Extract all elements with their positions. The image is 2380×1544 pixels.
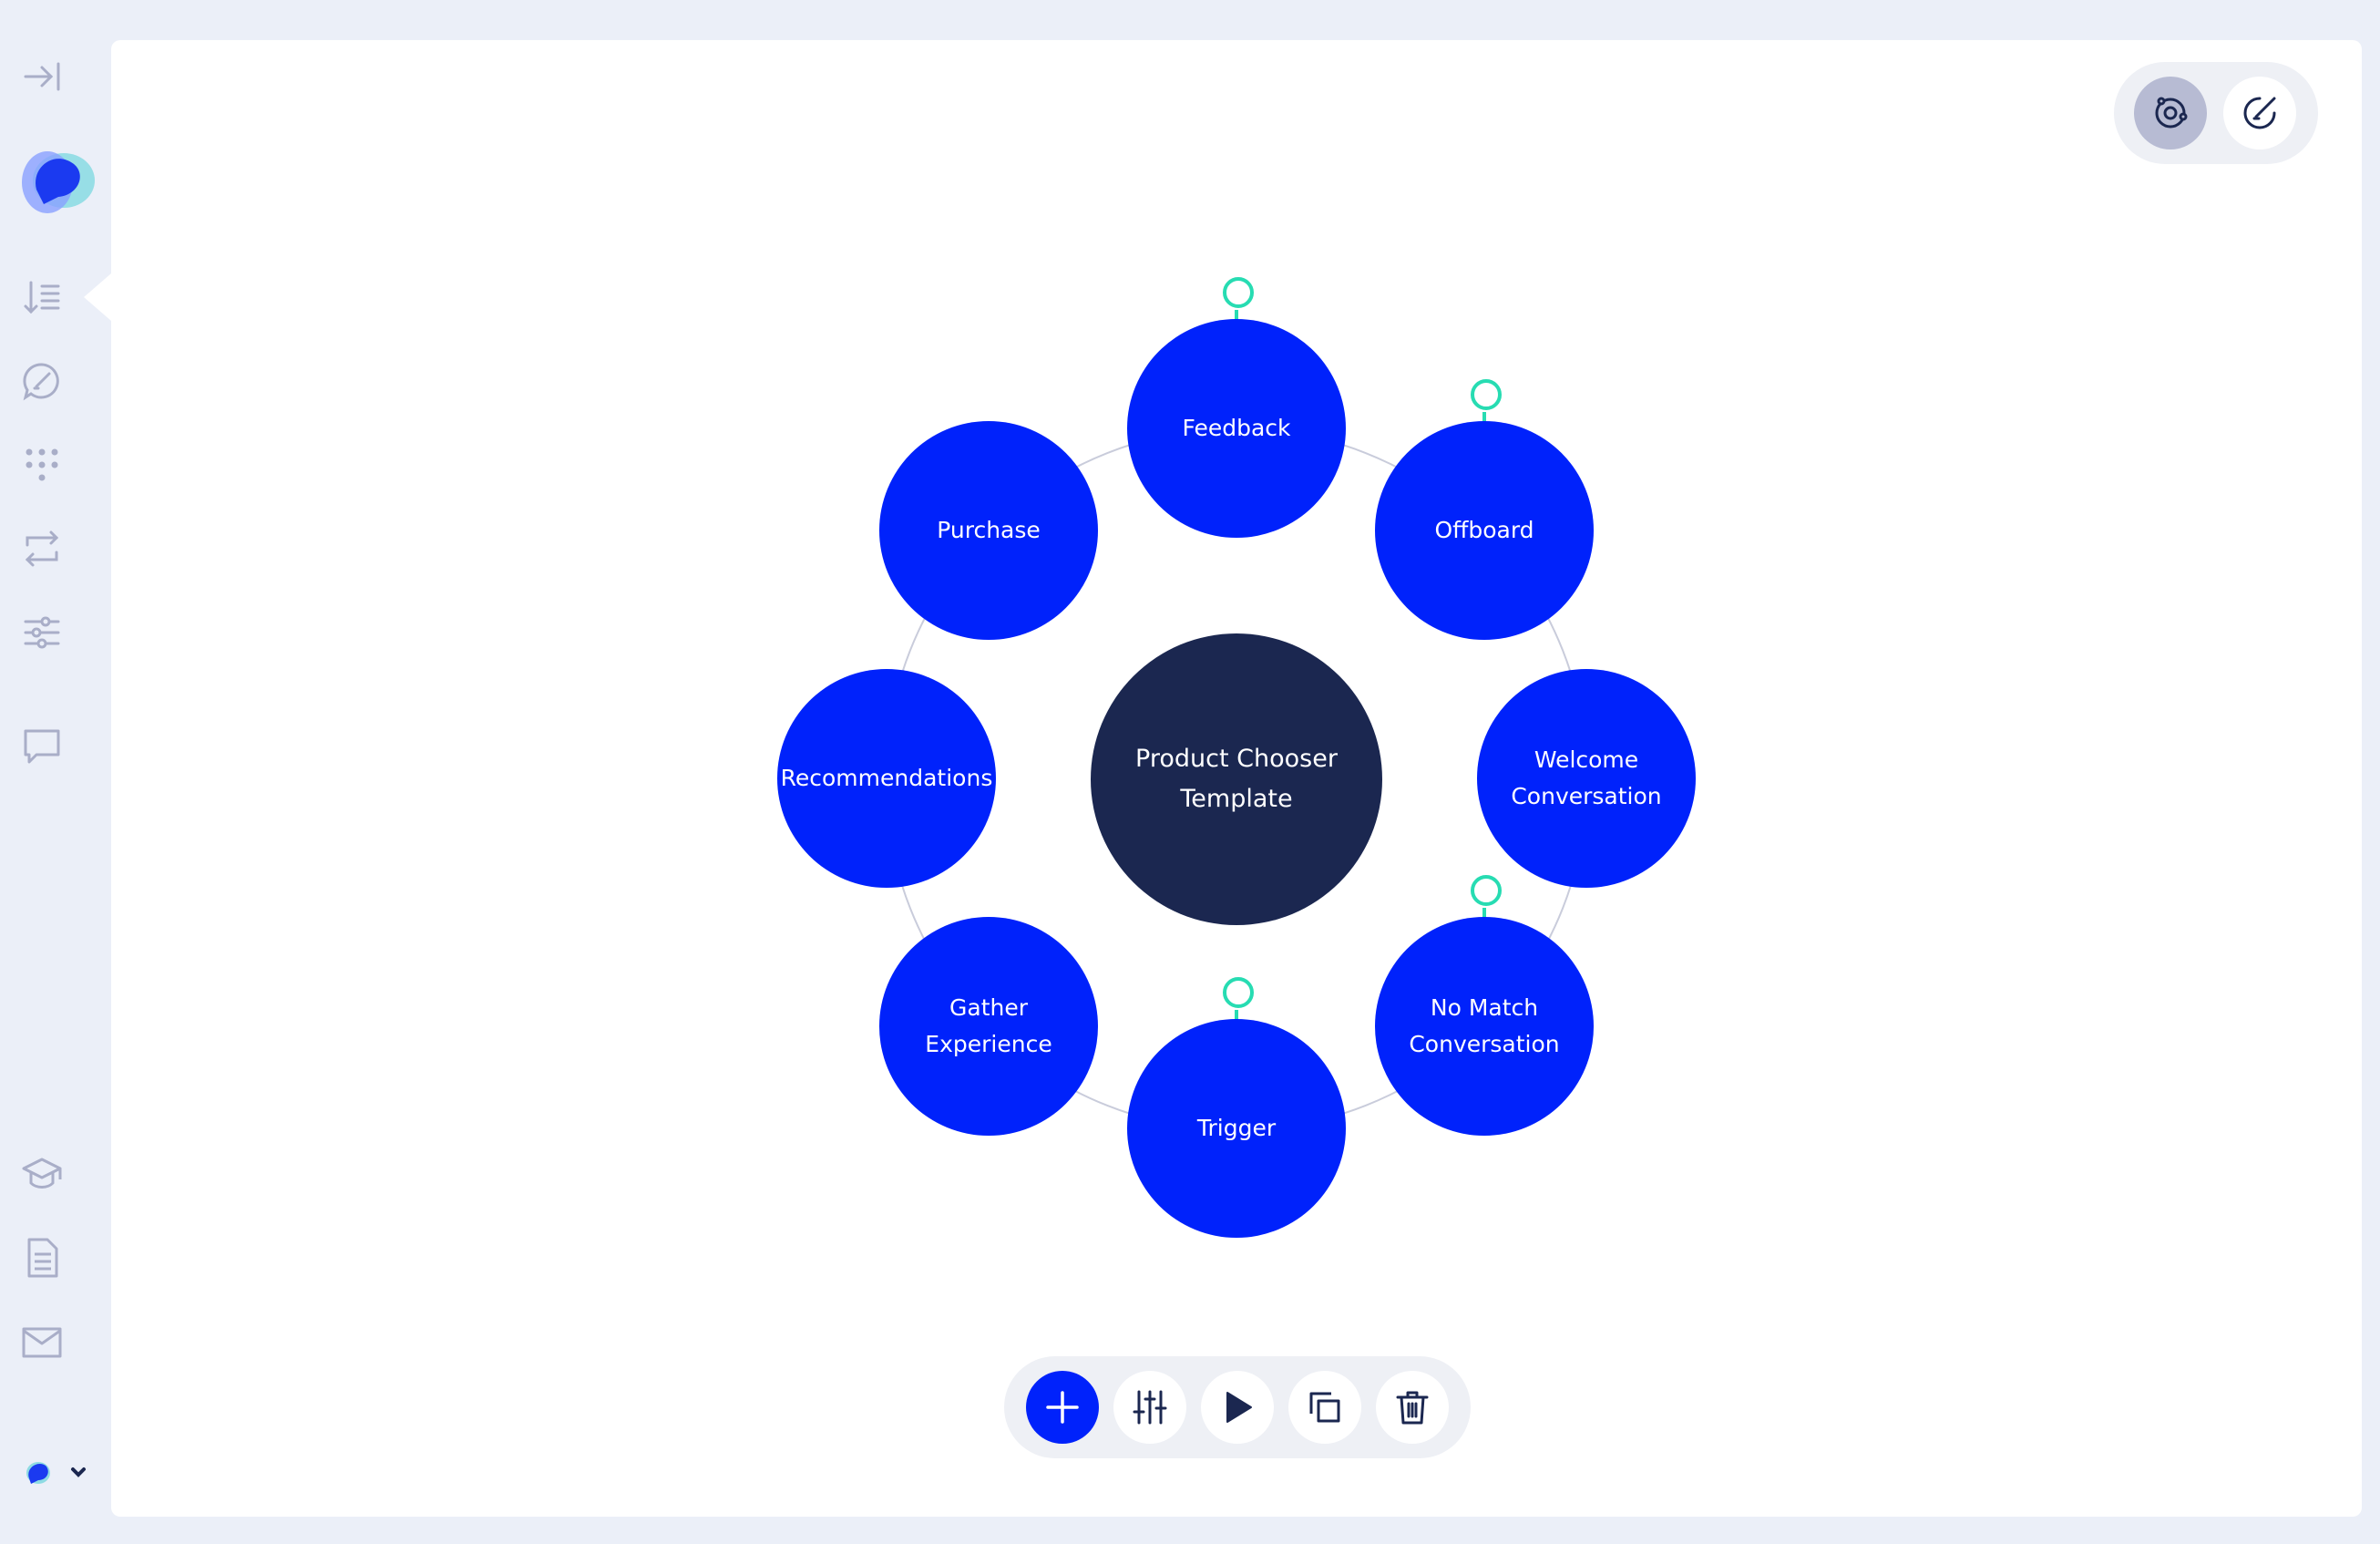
node-offboard[interactable]: Offboard [1375,421,1594,640]
active-nav-indicator [84,273,111,321]
duplicate-button[interactable] [1288,1371,1361,1444]
graph-view-icon [2155,97,2188,129]
settings-button[interactable] [1113,1371,1186,1444]
node-no-match-conversation[interactable]: No Match Conversation [1375,917,1594,1136]
add-icon [1046,1391,1079,1424]
workspace-switcher-icon[interactable] [16,1446,89,1500]
node-label: No Match Conversation [1409,994,1560,1057]
app-logo[interactable] [16,137,98,219]
sidebar [0,0,111,1544]
node-label: Gather Experience [925,994,1052,1057]
node-welcome-conversation[interactable]: Welcome Conversation [1477,669,1696,888]
collapse-sidebar-icon[interactable] [13,47,71,106]
connection-pin[interactable] [1223,277,1254,308]
edit-view-icon [2243,97,2276,129]
delete-button[interactable] [1376,1371,1449,1444]
conversation-edit-icon[interactable] [13,352,71,410]
play-button[interactable] [1201,1371,1274,1444]
center-node[interactable]: Product Chooser Template [1091,633,1382,925]
edit-view-button[interactable] [2223,77,2296,149]
view-toggle [2114,62,2318,164]
node-label: Purchase [937,517,1041,543]
academy-hat-icon[interactable] [13,1145,71,1203]
node-label: Feedback [1182,415,1291,441]
settings-sliders-icon[interactable] [13,603,71,662]
swap-arrows-icon[interactable] [13,520,71,578]
node-label: Trigger [1196,1115,1277,1141]
play-icon [1226,1392,1252,1423]
mail-icon[interactable] [13,1312,71,1371]
add-button[interactable] [1026,1371,1099,1444]
node-label: Welcome Conversation [1511,746,1662,809]
settings-sliders-icon [1133,1390,1167,1425]
flows-list-icon[interactable] [13,268,71,326]
node-gather-experience[interactable]: Gather Experience [879,917,1098,1136]
grid-dots-icon[interactable] [13,436,71,494]
center-node-label: Product Chooser Template [1135,745,1338,813]
graph-view-button[interactable] [2134,77,2207,149]
node-recommendations[interactable]: Recommendations [777,669,996,888]
node-label: Offboard [1434,517,1534,543]
node-feedback[interactable]: Feedback [1127,319,1346,538]
chat-bubble-icon[interactable] [13,716,71,775]
document-icon[interactable] [13,1229,71,1287]
node-purchase[interactable]: Purchase [879,421,1098,640]
node-trigger[interactable]: Trigger [1127,1019,1346,1238]
connection-pin[interactable] [1471,379,1502,410]
connection-pin[interactable] [1471,875,1502,906]
delete-icon [1396,1391,1429,1425]
node-label: Recommendations [780,765,993,791]
duplicate-icon [1309,1392,1340,1423]
bottom-toolbar [1004,1356,1471,1458]
connection-pin[interactable] [1223,977,1254,1008]
